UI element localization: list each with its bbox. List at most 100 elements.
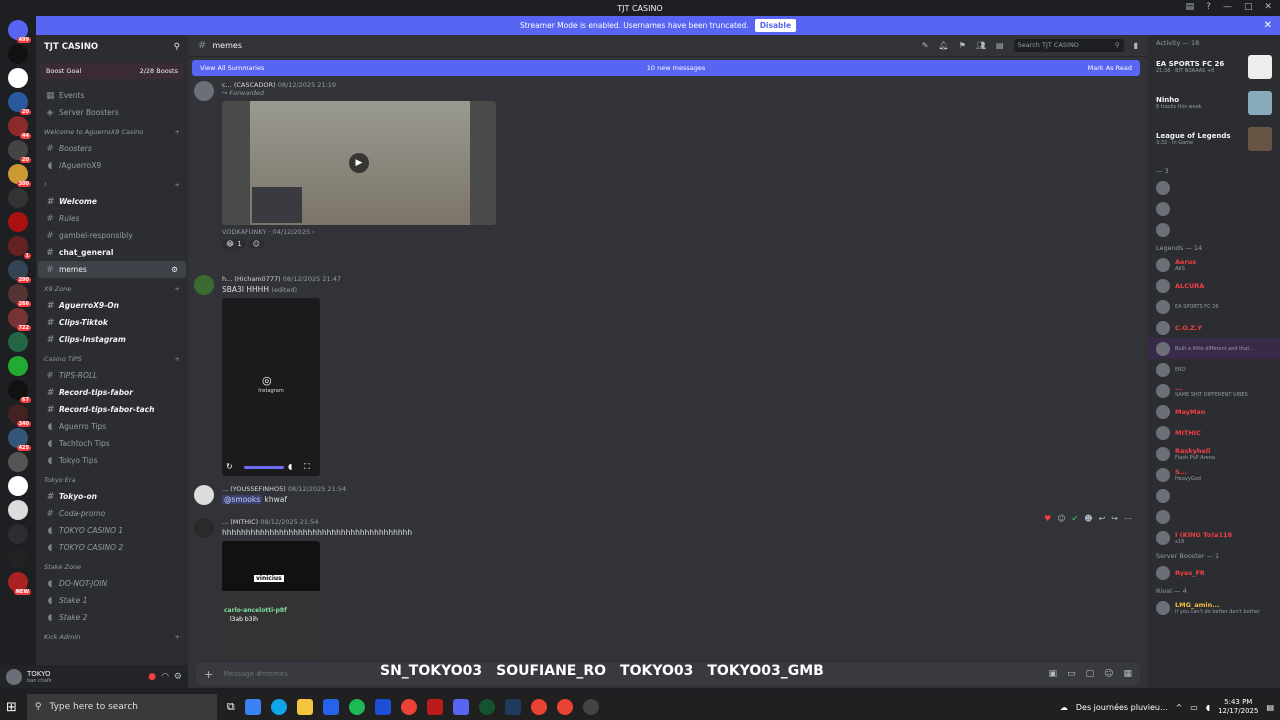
app-icon[interactable] (426, 699, 443, 715)
server-icon[interactable]: 67 (8, 380, 31, 403)
channel-item[interactable]: ◖ Aguerro Tips (38, 418, 186, 435)
summary-bar[interactable]: View All Summaries 10 new messages Mark … (192, 60, 1140, 76)
replay-icon[interactable]: ↻ (226, 462, 233, 471)
server-header[interactable]: TJT CASINO ⚲ (36, 35, 188, 59)
channel-item[interactable]: # Boosters (38, 140, 186, 157)
message-author[interactable]: ... (YOUSSEFINHO5) (222, 485, 286, 493)
forward-icon[interactable]: ↪ (1111, 514, 1118, 523)
taskbar-search[interactable]: ⚲ Type here to search (26, 694, 217, 720)
inbox-icon[interactable]: ▮ (1134, 41, 1138, 50)
chrome-icon[interactable] (556, 699, 573, 715)
gif-icon[interactable]: ▭ (1067, 669, 1076, 679)
channel-item[interactable]: ◖ Tokyo Tips (38, 452, 186, 469)
members-icon[interactable]: 👥︎ (976, 41, 986, 50)
chevron-up-icon[interactable]: ^ (1176, 703, 1183, 712)
category-header[interactable]: Casino TIPS + (36, 351, 188, 367)
channel-item[interactable]: # Coda-promo (38, 505, 186, 522)
summary-icon[interactable]: ▤ (996, 41, 1004, 50)
member-item[interactable]: I (KING To)a118 x18 (1148, 527, 1280, 548)
activity-item[interactable]: Ninho 6 tracks this week (1148, 85, 1280, 121)
channel-item[interactable]: # Record-tips-fabor-tach (38, 401, 186, 418)
channel-item[interactable]: # Rules (38, 210, 186, 227)
avatar[interactable] (194, 275, 214, 295)
channel-item[interactable]: # AguerroX9-On (38, 297, 186, 314)
pin-icon[interactable]: ⚑ (959, 41, 966, 50)
progress-bar[interactable] (244, 466, 284, 469)
channel-item[interactable]: # TIPS-ROLL (38, 367, 186, 384)
server-icon[interactable]: 44 (8, 116, 31, 139)
channel-item[interactable]: ◖ Tachtoch Tips (38, 435, 186, 452)
fullscreen-icon[interactable]: ⛶ (304, 462, 310, 472)
instagram-embed[interactable]: ◎ Instagram ↻ ◖ ⛶ (222, 298, 320, 476)
bell-icon[interactable]: 🔔︎ (939, 41, 949, 50)
user-mention[interactable]: @smooks (222, 495, 263, 504)
add-channel-icon[interactable]: + (175, 355, 180, 363)
member-item[interactable]: ALCURA (1148, 275, 1280, 296)
server-icon[interactable] (8, 332, 28, 352)
member-item[interactable] (1148, 198, 1280, 219)
channel-item[interactable]: ◖ Stake 1 (38, 592, 186, 609)
file-explorer-icon[interactable] (296, 699, 313, 715)
sticker-icon[interactable]: ▢ (1086, 669, 1095, 679)
activity-item[interactable]: EA SPORTS FC 26 21:38 · BIT N3AAAS +8 (1148, 49, 1280, 85)
more-icon[interactable]: ⋯ (1124, 514, 1132, 523)
avatar[interactable] (194, 81, 214, 101)
channel-item[interactable]: ◖ TOKYO CASINO 1 (38, 522, 186, 539)
member-item[interactable] (1148, 219, 1280, 240)
home-icon[interactable]: 499 (8, 20, 31, 43)
weather-text[interactable]: Des journées pluvieu... (1076, 703, 1168, 712)
chrome-icon[interactable] (400, 699, 417, 715)
avatar[interactable] (194, 485, 214, 505)
channel-memes[interactable]: # memes ⚙ (38, 261, 186, 278)
app-icon[interactable] (478, 699, 495, 715)
volume-icon[interactable]: ◖ (1206, 703, 1210, 712)
server-icon[interactable]: 20 (8, 92, 31, 115)
add-attachment-icon[interactable]: + (204, 668, 213, 681)
apps-icon[interactable]: ▦ (1123, 669, 1132, 679)
add-channel-icon[interactable]: + (175, 633, 180, 641)
weather-icon[interactable]: ☁ (1060, 703, 1068, 712)
copilot-icon[interactable] (244, 699, 261, 715)
server-icon[interactable]: 722 (8, 308, 31, 331)
inbox-icon[interactable]: ▤ (1186, 2, 1195, 12)
close-banner-icon[interactable]: ✕ (1264, 20, 1272, 31)
server-icon[interactable]: 1 (8, 236, 31, 259)
threads-icon[interactable]: ✎ (922, 41, 929, 50)
server-icon[interactable]: 266 (8, 284, 31, 307)
add-reaction-button[interactable]: ☺ (248, 239, 264, 249)
member-item[interactable]: LMG_amin... If you can't do better don't … (1148, 597, 1280, 618)
member-item[interactable]: EA SPORTS FC 26 (1148, 296, 1280, 317)
message-author[interactable]: ... (MITHIC) (222, 518, 258, 526)
mark-as-read-button[interactable]: Mark As Read (1088, 64, 1132, 72)
play-icon[interactable]: ▶ (349, 153, 369, 173)
clock[interactable]: 5:43 PM 12/17/2025 (1218, 698, 1258, 716)
member-item[interactable]: C.O.Z.Y (1148, 317, 1280, 338)
message-author[interactable]: h... (Hicham0777) (222, 275, 281, 283)
channel-item[interactable]: # Clips-Instagram (38, 331, 186, 348)
member-item[interactable]: MITHIC (1148, 422, 1280, 443)
channel-item[interactable]: # Record-tips-fabor (38, 384, 186, 401)
channel-item[interactable]: ◖ DO-NOT-JOIN (38, 575, 186, 592)
channel-item[interactable]: ◖ /AguerroX9 (38, 157, 186, 174)
boost-goal[interactable]: Boost Goal 2/28 Boosts (40, 63, 184, 79)
check-icon[interactable]: ✔ (1072, 514, 1079, 523)
volume-icon[interactable]: ◖ (288, 462, 292, 471)
settings-icon[interactable]: ⚙ (171, 265, 178, 274)
search-input[interactable]: Search TJT CASINO ⚲ (1013, 39, 1124, 52)
channel-item[interactable]: ◖ Stake 2 (38, 609, 186, 626)
server-icon[interactable] (8, 452, 28, 472)
emoji-icon[interactable]: ☺ (1057, 514, 1065, 523)
invite-icon[interactable]: ⚲ (174, 42, 180, 52)
server-icon[interactable] (8, 212, 28, 232)
maximize-icon[interactable]: □ (1244, 2, 1253, 12)
channel-item[interactable]: # Clips-Tiktok (38, 314, 186, 331)
reaction[interactable]: 😂︎ 1 (222, 239, 246, 249)
edge-icon[interactable] (270, 699, 287, 715)
server-icon[interactable]: 425 (8, 428, 31, 451)
category-header[interactable]: ! + (36, 177, 188, 193)
category-header[interactable]: X9 Zone + (36, 281, 188, 297)
mail-icon[interactable] (374, 699, 391, 715)
network-icon[interactable]: ▭ (1190, 703, 1198, 712)
member-item[interactable]: ERO (1148, 359, 1280, 380)
source-author[interactable]: VODKAFUNKY (222, 228, 266, 236)
